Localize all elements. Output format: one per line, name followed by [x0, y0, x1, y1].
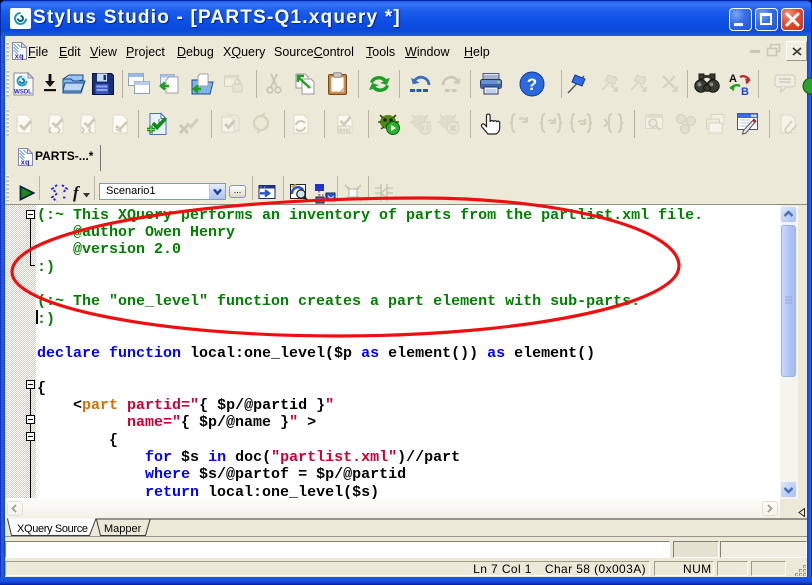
svg-text:f: f: [73, 183, 81, 202]
svg-text:xq: xq: [14, 54, 23, 61]
svg-text:B: B: [741, 86, 749, 98]
svg-text:exe: exe: [339, 128, 349, 134]
svg-text:WSDL: WSDL: [14, 90, 32, 96]
svg-text:xq: xq: [20, 160, 29, 167]
svg-text:XQuery Source: XQuery Source: [17, 523, 88, 535]
svg-text:Mapper: Mapper: [104, 523, 142, 535]
svg-text:?: ?: [527, 75, 537, 94]
svg-text:A: A: [729, 73, 737, 85]
